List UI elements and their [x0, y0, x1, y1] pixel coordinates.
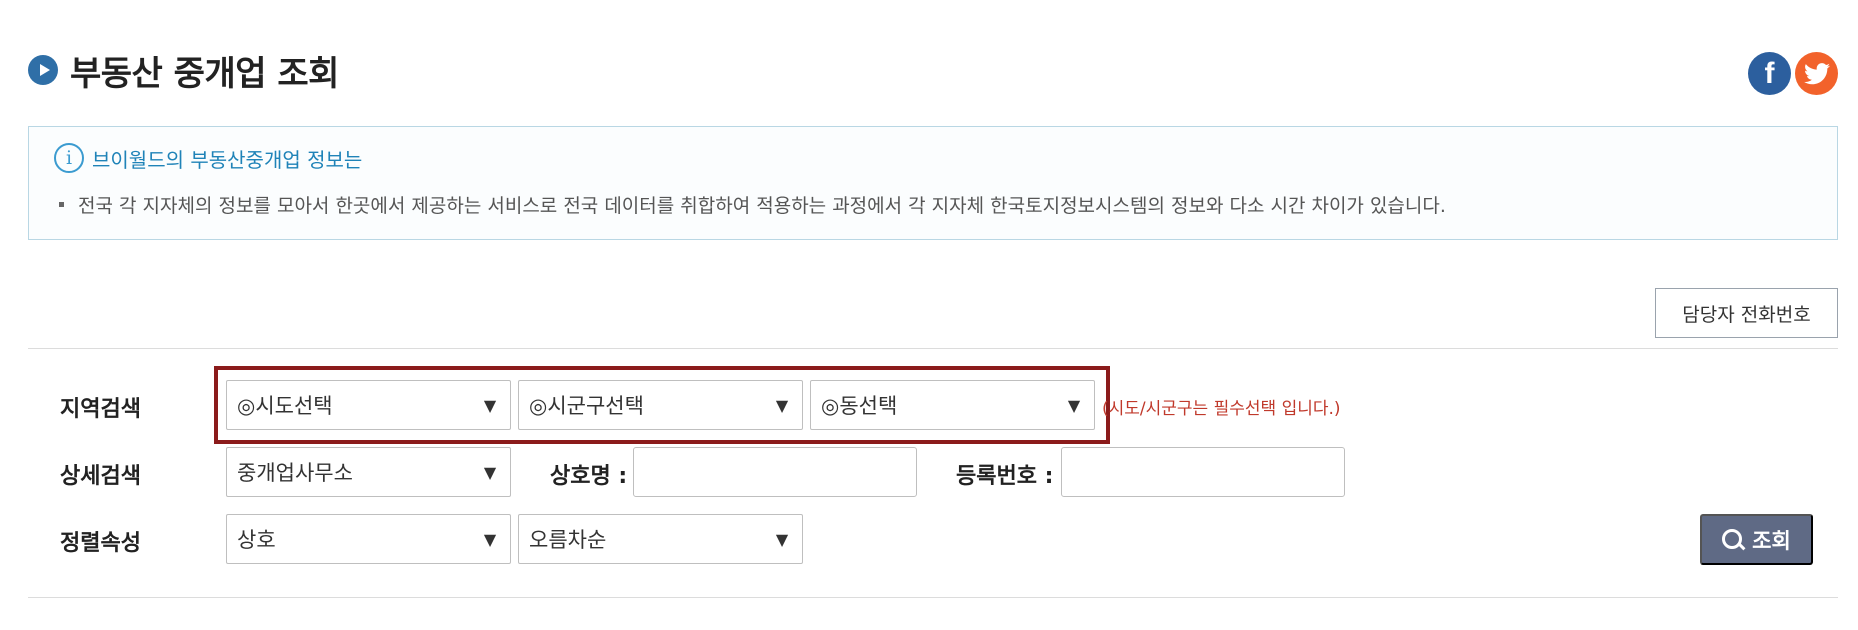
info-text: 전국 각 지자체의 정보를 모아서 한곳에서 제공하는 서비스로 전국 데이터를…	[78, 195, 1446, 217]
divider-top	[28, 348, 1838, 349]
region-search-label: 지역검색	[60, 397, 141, 422]
dropdown-arrow-icon: ▼	[483, 529, 497, 549]
info-title: 브이월드의 부동산중개업 정보는	[92, 147, 363, 172]
business-name-label: 상호명 :	[550, 464, 628, 489]
page-title-row: 부동산 중개업 조회	[28, 48, 339, 94]
info-body: 전국 각 지자체의 정보를 모아서 한곳에서 제공하는 서비스로 전국 데이터를…	[59, 191, 1446, 218]
search-button[interactable]: 조회	[1700, 514, 1813, 565]
search-button-label: 조회	[1752, 529, 1791, 553]
required-note: (시도/시군구는 필수선택 입니다.)	[1102, 399, 1341, 419]
sort-label: 정렬속성	[60, 531, 141, 556]
dropdown-arrow-icon: ▼	[775, 395, 789, 415]
dropdown-arrow-icon: ▼	[483, 462, 497, 482]
play-circle-icon	[28, 55, 58, 85]
business-name-input[interactable]	[633, 447, 917, 497]
office-type-value: 중개업사무소	[237, 461, 353, 485]
divider-bottom	[28, 597, 1838, 598]
dropdown-arrow-icon: ▼	[775, 529, 789, 549]
twitter-icon[interactable]	[1795, 52, 1838, 95]
sigungu-select-value: ◎시군구선택	[529, 394, 644, 418]
social-share: f	[1748, 52, 1838, 95]
sort-order-value: 오름차순	[529, 528, 607, 552]
sigungu-select[interactable]: ◎시군구선택 ▼	[518, 380, 803, 430]
sort-field-value: 상호	[237, 528, 276, 552]
info-icon: i	[54, 143, 84, 173]
registration-number-input[interactable]	[1061, 447, 1345, 497]
detail-search-label: 상세검색	[60, 464, 141, 489]
dropdown-arrow-icon: ▼	[1067, 395, 1081, 415]
contact-phone-button[interactable]: 담당자 전화번호	[1655, 288, 1838, 338]
info-box: i 브이월드의 부동산중개업 정보는 전국 각 지자체의 정보를 모아서 한곳에…	[28, 126, 1838, 240]
dropdown-arrow-icon: ▼	[483, 395, 497, 415]
sido-select[interactable]: ◎시도선택 ▼	[226, 380, 511, 430]
sort-order-select[interactable]: 오름차순 ▼	[518, 514, 803, 564]
bullet-icon	[59, 202, 64, 207]
registration-number-label: 등록번호 :	[956, 464, 1054, 489]
page-title: 부동산 중개업 조회	[70, 53, 339, 94]
sort-field-select[interactable]: 상호 ▼	[226, 514, 511, 564]
facebook-icon[interactable]: f	[1748, 52, 1791, 95]
twitter-bird-icon	[1803, 62, 1830, 84]
office-type-select[interactable]: 중개업사무소 ▼	[226, 447, 511, 497]
search-icon	[1722, 528, 1744, 551]
info-header: i 브이월드의 부동산중개업 정보는	[54, 143, 362, 173]
sido-select-value: ◎시도선택	[237, 394, 333, 418]
dong-select[interactable]: ◎동선택 ▼	[810, 380, 1095, 430]
dong-select-value: ◎동선택	[821, 394, 898, 418]
